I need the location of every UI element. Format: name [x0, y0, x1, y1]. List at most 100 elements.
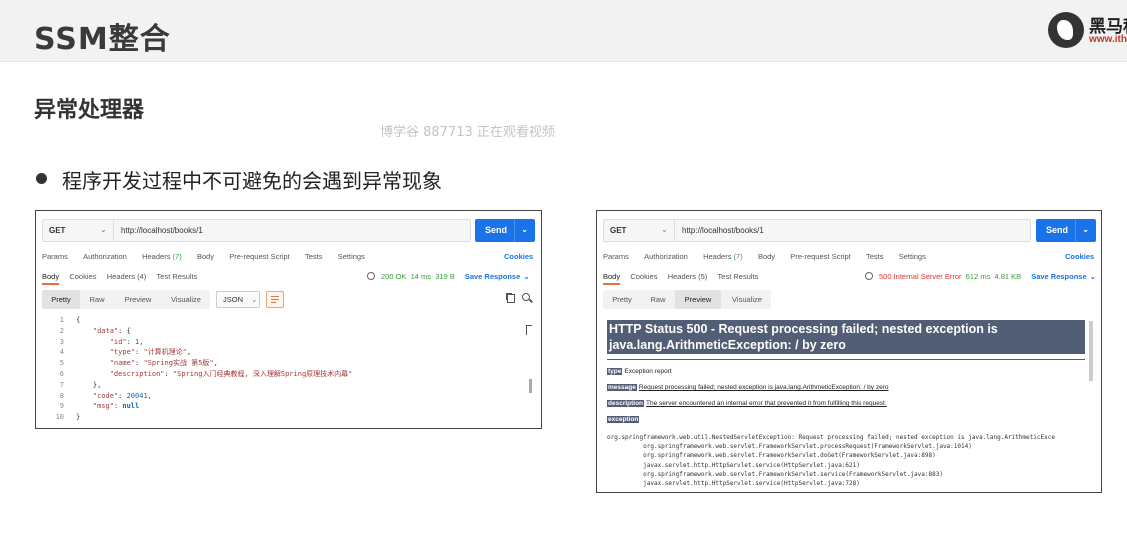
view-mode-bar: Pretty Raw Preview Visualize: [42, 290, 210, 309]
slide-header: SSM整合 黑马程 www.ith: [0, 0, 1127, 62]
view-preview[interactable]: Preview: [675, 290, 721, 309]
description-text: The server encountered an internal error…: [646, 400, 887, 407]
copy-icon[interactable]: [507, 294, 515, 303]
divider: [674, 220, 675, 241]
resp-tab-cookies[interactable]: Cookies: [69, 272, 96, 281]
url-input[interactable]: http://localhost/books/1: [121, 226, 203, 235]
tab-headers[interactable]: Headers (7): [703, 252, 743, 261]
line-number: 2: [59, 326, 64, 335]
scrollbar[interactable]: [1089, 321, 1093, 381]
view-visualize[interactable]: Visualize: [725, 290, 769, 309]
cookies-link[interactable]: Cookies: [504, 252, 533, 261]
resp-tab-test-results[interactable]: Test Results: [157, 272, 198, 281]
cookies-link[interactable]: Cookies: [1065, 252, 1094, 261]
tab-authorization[interactable]: Authorization: [644, 252, 688, 261]
tab-body[interactable]: Body: [758, 252, 775, 261]
view-pretty[interactable]: Pretty: [603, 290, 641, 309]
tab-tests[interactable]: Tests: [305, 252, 323, 261]
view-raw[interactable]: Raw: [643, 290, 673, 309]
stack-trace: org.springframework.web.util.NestedServl…: [607, 433, 1055, 488]
request-tabs: Params Authorization Headers (7) Body Pr…: [603, 252, 939, 264]
tab-settings[interactable]: Settings: [899, 252, 926, 261]
save-response-button[interactable]: Save Response: [465, 272, 520, 281]
chevron-down-icon: ⌄: [100, 225, 107, 234]
code-line: 10}: [36, 412, 536, 423]
tab-body[interactable]: Body: [197, 252, 214, 261]
error-banner: HTTP Status 500 - Request processing fai…: [607, 320, 1085, 354]
send-label: Send: [485, 225, 508, 235]
tab-prerequest-script[interactable]: Pre-request Script: [790, 252, 850, 261]
code-line: 5 "name": "Spring实战 第5版",: [36, 358, 536, 369]
stack-trace-line: javax.servlet.http.HttpServlet.service(H…: [607, 461, 860, 469]
wrap-lines-icon[interactable]: [266, 291, 284, 308]
error-message-row: message Request processing failed; nested…: [607, 384, 889, 391]
logo-url: www.ith: [1089, 34, 1127, 45]
resp-tab-headers[interactable]: Headers (5): [668, 272, 708, 281]
resp-tab-cookies[interactable]: Cookies: [630, 272, 657, 281]
tab-settings[interactable]: Settings: [338, 252, 365, 261]
resp-tab-body[interactable]: Body: [603, 272, 621, 285]
response-status: 500 Internal Server Error 612 ms 4.81 KB…: [865, 272, 1096, 281]
chevron-down-icon[interactable]: ⌄: [521, 225, 528, 234]
save-response-button[interactable]: Save Response: [1031, 272, 1086, 281]
headers-count: (7): [733, 252, 743, 261]
code-line: 9 "msg": null: [36, 401, 536, 412]
tab-tests[interactable]: Tests: [866, 252, 884, 261]
resp-headers-count: (4): [137, 272, 147, 281]
chevron-down-icon: ⌄: [251, 295, 258, 304]
send-button[interactable]: Send ⌄: [1036, 219, 1096, 242]
error-type-row: type Exception report: [607, 368, 672, 375]
tab-headers[interactable]: Headers (7): [142, 252, 182, 261]
divider: [607, 359, 1085, 360]
globe-icon: [367, 272, 375, 280]
stack-trace-line: org.springframework.web.servlet.Framewor…: [607, 443, 972, 451]
resp-tab-body[interactable]: Body: [42, 272, 60, 285]
code-text: "name": "Spring实战 第5版",: [109, 359, 218, 368]
format-select[interactable]: JSON ⌄: [216, 291, 260, 308]
status-code: 200 OK: [381, 272, 407, 281]
request-bar[interactable]: GET ⌄ http://localhost/books/1: [42, 219, 471, 242]
code-line: 3 "id": 1,: [36, 337, 536, 348]
method-select[interactable]: GET: [49, 226, 65, 235]
section-heading: 异常处理器: [34, 98, 145, 123]
tab-params[interactable]: Params: [42, 252, 68, 261]
tab-prerequest-script[interactable]: Pre-request Script: [229, 252, 289, 261]
headers-count: (7): [172, 252, 182, 261]
response-size: 4.81 KB: [994, 272, 1022, 281]
type-text: Exception report: [624, 368, 672, 375]
resp-tab-headers[interactable]: Headers (4): [107, 272, 147, 281]
tab-authorization[interactable]: Authorization: [83, 252, 127, 261]
divider: [514, 219, 515, 242]
json-response-body: 1{2 "data": {3 "id": 1, 4 "type": "计算机理论"…: [36, 315, 536, 423]
error-exception-row: exception: [607, 416, 641, 423]
view-visualize[interactable]: Visualize: [164, 290, 208, 309]
format-label: JSON: [223, 295, 244, 304]
html-preview: HTTP Status 500 - Request processing fai…: [607, 315, 1085, 492]
stack-trace-line: org.springframework.web.util.NestedServl…: [607, 434, 1055, 441]
resp-tab-test-results[interactable]: Test Results: [718, 272, 759, 281]
line-number: 5: [59, 359, 64, 368]
bullet-dot-icon: [36, 173, 47, 184]
view-raw[interactable]: Raw: [82, 290, 112, 309]
view-preview[interactable]: Preview: [117, 290, 159, 309]
search-icon[interactable]: [522, 293, 530, 301]
scrollbar[interactable]: [529, 379, 532, 393]
response-time: 612 ms: [965, 272, 991, 281]
tab-params[interactable]: Params: [603, 252, 629, 261]
request-bar[interactable]: GET ⌄ http://localhost/books/1: [603, 219, 1031, 242]
send-label: Send: [1046, 225, 1069, 235]
view-pretty[interactable]: Pretty: [42, 290, 80, 309]
code-line: 6 "description": "Spring入门经典教程, 深入理解Spri…: [36, 369, 536, 380]
url-input[interactable]: http://localhost/books/1: [682, 226, 764, 235]
response-size: 319 B: [435, 272, 455, 281]
code-line: 4 "type": "计算机理论",: [36, 347, 536, 358]
send-button[interactable]: Send ⌄: [475, 219, 535, 242]
response-status: 200 OK 14 ms 319 B Save Response ⌄: [367, 272, 530, 281]
method-select[interactable]: GET: [610, 226, 626, 235]
stack-trace-line: org.springframework.web.servlet.Framewor…: [607, 452, 936, 460]
line-number: 3: [59, 337, 64, 346]
resp-headers-label: Headers: [667, 272, 697, 281]
text-cursor-icon: [526, 325, 532, 335]
chevron-down-icon[interactable]: ⌄: [1082, 225, 1089, 234]
watermark: 博学谷 887713 正在观看视频: [380, 125, 555, 140]
